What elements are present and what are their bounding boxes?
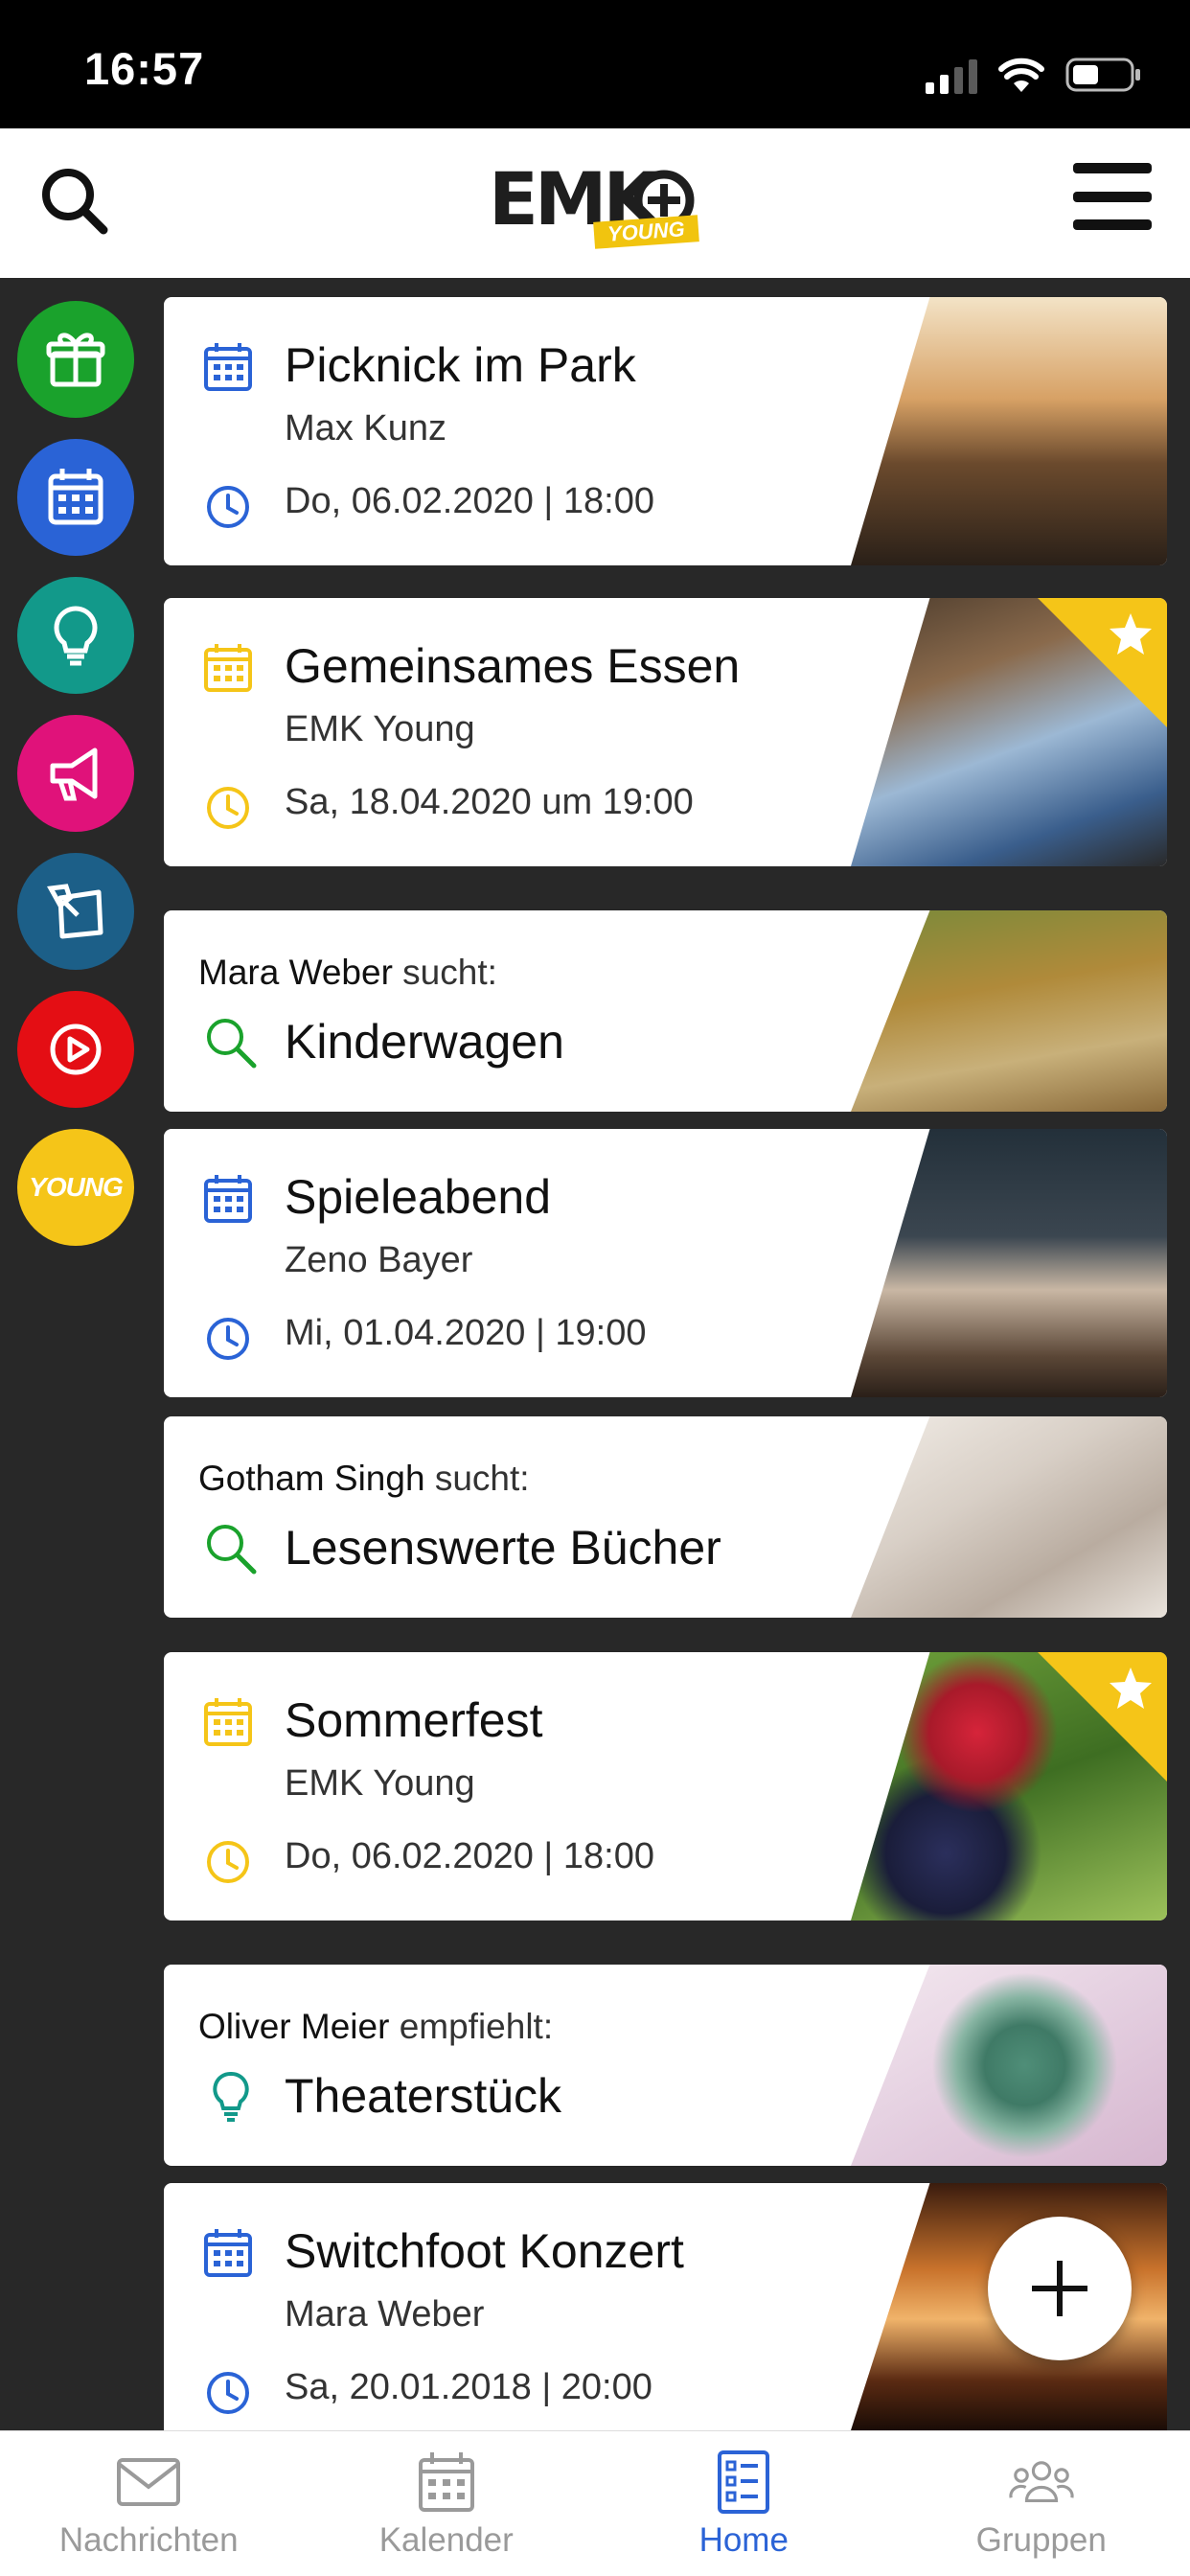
lightbulb-icon — [213, 2072, 249, 2122]
rail-young-button[interactable]: YOUNG — [17, 1129, 134, 1246]
calendar-icon — [204, 644, 252, 692]
megaphone-icon — [50, 748, 98, 801]
calendar-icon — [204, 343, 252, 391]
event-organizer: Max Kunz — [285, 408, 446, 448]
wifi-icon — [998, 58, 1044, 92]
home-list-icon — [718, 2450, 770, 2514]
mail-icon — [117, 2458, 181, 2506]
event-photo — [851, 1129, 1167, 1397]
clock-icon — [207, 787, 249, 829]
rail-video-button[interactable] — [17, 991, 134, 1108]
search-verb: sucht: — [402, 953, 497, 992]
search-title: Lesenswerte Bücher — [285, 1521, 721, 1575]
menu-button[interactable] — [1073, 163, 1152, 230]
event-photo — [851, 297, 1167, 565]
recommend-photo — [851, 1965, 1167, 2166]
event-title: Gemeinsames Essen — [285, 639, 741, 693]
search-person: Gotham Singh — [198, 1459, 425, 1498]
calendar-icon — [204, 2229, 252, 2277]
event-title: Spieleabend — [285, 1170, 552, 1224]
calendar-icon — [418, 2452, 474, 2512]
status-icons — [926, 50, 1142, 94]
recommend-title: Theaterstück — [285, 2069, 562, 2123]
event-datetime: Sa, 18.04.2020 um 19:00 — [285, 782, 694, 822]
plus-icon — [1032, 2261, 1087, 2316]
event-organizer: Mara Weber — [285, 2294, 485, 2334]
app-header: EMK YOUNG — [0, 128, 1190, 278]
event-organizer: Zeno Bayer — [285, 1240, 473, 1280]
rail-announcement-button[interactable] — [17, 715, 134, 832]
star-icon — [1110, 1668, 1152, 1709]
groups-icon — [1009, 2461, 1074, 2502]
clock-icon — [207, 1318, 249, 1360]
recommend-verb: empfiehlt: — [399, 2007, 554, 2046]
gift-icon — [46, 333, 105, 387]
star-icon — [1110, 613, 1152, 655]
clock-icon — [207, 2372, 249, 2414]
search-photo — [851, 1416, 1167, 1618]
event-title: Switchfoot Konzert — [285, 2224, 684, 2278]
play-icon — [50, 1024, 102, 1075]
event-card[interactable]: Spieleabend Zeno Bayer Mi, 01.04.2020 | … — [164, 1129, 1167, 1397]
app-logo: EMK YOUNG — [489, 161, 701, 249]
rail-idea-button[interactable] — [17, 577, 134, 694]
event-datetime: Do, 06.02.2020 | 18:00 — [285, 1836, 654, 1876]
event-card[interactable]: Picknick im Park Max Kunz Do, 06.02.2020… — [164, 297, 1167, 565]
rail-gift-button[interactable] — [17, 301, 134, 418]
event-datetime: Do, 06.02.2020 | 18:00 — [285, 481, 654, 521]
search-photo — [851, 910, 1167, 1112]
search-verb: sucht: — [434, 1459, 530, 1498]
event-organizer: EMK Young — [285, 1763, 475, 1804]
recommend-person: Oliver Meier — [198, 2007, 390, 2046]
tab-nachrichten[interactable]: Nachrichten — [0, 2431, 298, 2576]
category-rail: YOUNG — [17, 301, 134, 1267]
search-card[interactable]: Mara Weber sucht: Kinderwagen — [164, 910, 1167, 1112]
lightbulb-icon — [54, 606, 98, 666]
recommend-intro: Oliver Meier empfiehlt: — [198, 2007, 553, 2047]
rail-note-button[interactable] — [17, 853, 134, 970]
event-organizer: EMK Young — [285, 709, 475, 749]
add-button[interactable] — [988, 2217, 1132, 2360]
tab-gruppen[interactable]: Gruppen — [893, 2431, 1190, 2576]
rail-calendar-button[interactable] — [17, 439, 134, 556]
clock-icon — [207, 1841, 249, 1883]
search-intro: Gotham Singh sucht: — [198, 1459, 530, 1499]
tab-home[interactable]: Home — [595, 2431, 893, 2576]
recommendation-card[interactable]: Oliver Meier empfiehlt: Theaterstück — [164, 1965, 1167, 2166]
tab-label: Gruppen — [975, 2521, 1107, 2559]
tab-label: Home — [698, 2521, 789, 2559]
tab-bar: Nachrichten Kalender Home Gruppen — [0, 2430, 1190, 2576]
calendar-icon — [204, 1175, 252, 1223]
calendar-icon — [204, 1698, 252, 1746]
search-icon — [207, 1019, 257, 1069]
search-title: Kinderwagen — [285, 1015, 564, 1069]
young-badge: YOUNG — [29, 1172, 124, 1202]
event-title: Picknick im Park — [285, 338, 636, 392]
event-card[interactable]: Gemeinsames Essen EMK Young Sa, 18.04.20… — [164, 598, 1167, 866]
tab-kalender[interactable]: Kalender — [298, 2431, 596, 2576]
event-datetime: Sa, 20.01.2018 | 20:00 — [285, 2367, 652, 2407]
search-card[interactable]: Gotham Singh sucht: Lesenswerte Bücher — [164, 1416, 1167, 1618]
status-time: 16:57 — [84, 43, 205, 94]
event-datetime: Mi, 01.04.2020 | 19:00 — [285, 1313, 647, 1353]
status-bar: 16:57 — [0, 0, 1190, 128]
calendar-icon — [48, 469, 103, 525]
event-title: Sommerfest — [285, 1693, 543, 1747]
search-button[interactable] — [36, 163, 113, 240]
tab-label: Kalender — [378, 2521, 514, 2559]
battery-icon — [1065, 58, 1140, 92]
tab-label: Nachrichten — [58, 2521, 239, 2559]
event-card[interactable]: Sommerfest EMK Young Do, 06.02.2020 | 18… — [164, 1652, 1167, 1920]
clock-icon — [207, 486, 249, 528]
signal-icon — [926, 58, 977, 94]
search-person: Mara Weber — [198, 953, 393, 992]
hamburger-icon — [1073, 163, 1152, 173]
search-icon — [42, 169, 108, 235]
search-intro: Mara Weber sucht: — [198, 953, 497, 993]
pinned-note-icon — [47, 884, 103, 939]
search-icon — [207, 1525, 257, 1575]
